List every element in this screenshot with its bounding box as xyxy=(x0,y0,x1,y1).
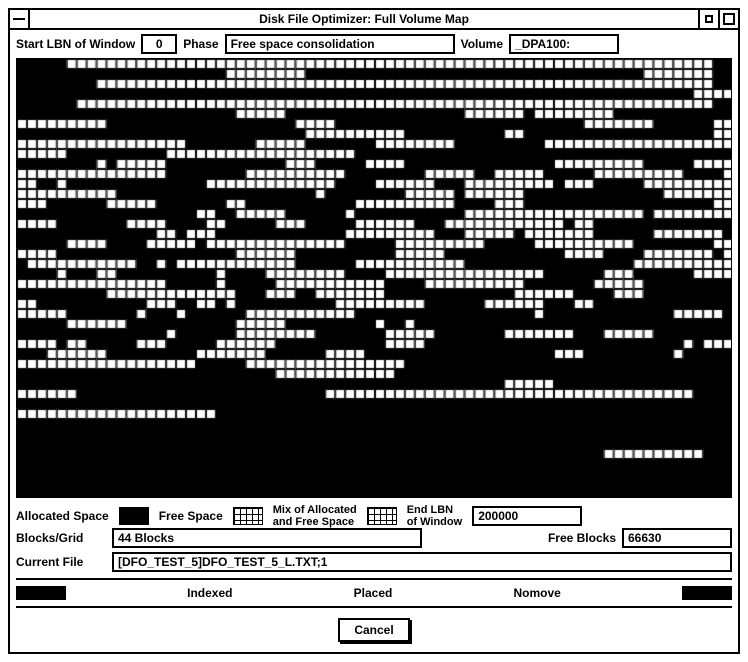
volume-field: _DPA100: xyxy=(509,34,619,54)
blocks-grid-field: 44 Blocks xyxy=(112,528,422,548)
phase-label: Phase xyxy=(183,37,218,51)
window: Disk File Optimizer: Full Volume Map Sta… xyxy=(8,8,740,654)
maximize-button[interactable] xyxy=(718,10,738,28)
separator xyxy=(16,578,732,580)
blocks-grid-label: Blocks/Grid xyxy=(16,531,106,545)
start-lbn-field: 0 xyxy=(141,34,177,54)
current-file-field: [DFO_TEST_5]DFO_TEST_5_L.TXT;1 xyxy=(112,552,732,572)
volume-map xyxy=(16,58,732,498)
blocks-row: Blocks/Grid 44 Blocks Free Blocks 66630 xyxy=(16,528,732,548)
free-swatch-icon xyxy=(233,507,263,525)
mix-label: Mix of Allocated and Free Space xyxy=(273,504,357,528)
current-file-row: Current File [DFO_TEST_5]DFO_TEST_5_L.TX… xyxy=(16,552,732,572)
status-swatch-left-icon xyxy=(16,586,66,600)
status-indexed: Indexed xyxy=(187,586,232,600)
header-row: Start LBN of Window 0 Phase Free space c… xyxy=(16,34,732,54)
allocated-swatch-icon xyxy=(119,507,149,525)
status-swatch-right-icon xyxy=(682,586,732,600)
titlebar: Disk File Optimizer: Full Volume Map xyxy=(10,10,738,30)
end-lbn-label: End LBN of Window xyxy=(407,504,463,528)
status-nomove: Nomove xyxy=(513,586,560,600)
end-lbn-field: 200000 xyxy=(472,506,582,526)
current-file-label: Current File xyxy=(16,555,106,569)
cancel-button[interactable]: Cancel xyxy=(338,618,409,642)
volume-label: Volume xyxy=(461,37,503,51)
free-label: Free Space xyxy=(159,509,223,523)
mix-swatch-icon xyxy=(367,507,397,525)
allocated-label: Allocated Space xyxy=(16,509,109,523)
minimize-button[interactable] xyxy=(698,10,718,28)
start-lbn-label: Start LBN of Window xyxy=(16,37,135,51)
phase-field: Free space consolidation xyxy=(225,34,455,54)
free-blocks-label: Free Blocks xyxy=(548,531,616,545)
system-menu-button[interactable] xyxy=(10,10,30,28)
legend-row: Allocated Space Free Space Mix of Alloca… xyxy=(16,504,732,528)
button-row: Cancel xyxy=(16,614,732,644)
free-blocks-field: 66630 xyxy=(622,528,732,548)
separator-2 xyxy=(16,606,732,608)
status-placed: Placed xyxy=(354,586,393,600)
content: Start LBN of Window 0 Phase Free space c… xyxy=(10,30,738,652)
window-title: Disk File Optimizer: Full Volume Map xyxy=(30,12,698,26)
status-row: Indexed Placed Nomove xyxy=(16,586,732,600)
